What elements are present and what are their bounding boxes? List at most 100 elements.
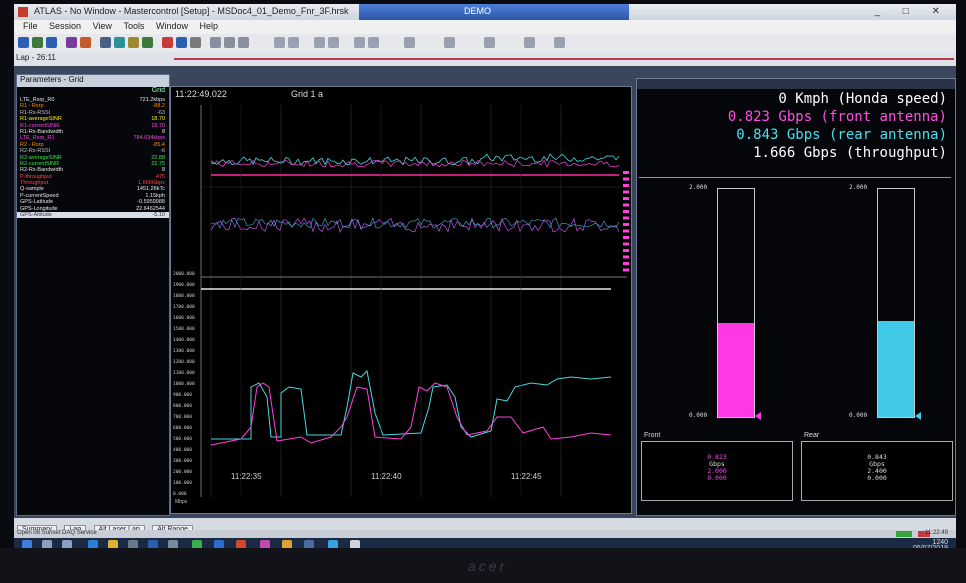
lower-y-tick-label: 100.000 [173,480,192,486]
tool-m-icon[interactable] [524,37,535,48]
front-stat-title: Front [644,432,661,439]
front-stat-box: Front 0.823 Gbps 2.000 0.000 [641,432,793,501]
lower-y-tick-label: 1100.000 [173,370,195,376]
status-time: 11:22:49 [925,530,948,536]
right-axis-tick [623,210,629,213]
front-bar-top-label: 2.000 [689,184,708,191]
menu-file[interactable]: File [23,21,38,31]
readout-rear-antenna: 0.843 Gbps (rear antenna) [736,127,947,143]
rear-bar-top-label: 2.000 [849,184,868,191]
play-icon[interactable] [80,37,91,48]
right-axis-tick [623,242,629,246]
right-axis-tick [623,184,629,187]
app-icon [18,7,28,17]
tool-e-icon[interactable] [288,37,299,48]
screen: ATLAS - No Window - Mastercontrol [Setup… [14,4,956,552]
lower-y-tick-label: 400.000 [173,447,192,453]
rear-bar-frame [877,188,915,418]
lower-y-tick-label: 500.000 [173,436,192,442]
front-bar-frame [717,188,755,418]
status-bar: Open 08 Sunset DAQ Service 11:22:49 [14,530,956,538]
monitor-frame: ATLAS - No Window - Mastercontrol [Setup… [0,0,966,583]
parameters-panel: Parameters - Grid Grid LTE_Rsrp_R0 721.2k… [16,74,170,516]
tool-l-icon[interactable] [484,37,495,48]
rear-throughput-trace [211,369,612,440]
tool-f-icon[interactable] [314,37,325,48]
tool-d-icon[interactable] [274,37,285,48]
parameter-value: -5.10 [152,212,165,219]
antenna-bars: 2.000 0.000 2.000 0.000 [639,177,951,438]
lower-y-tick-label: 2000.000 [173,271,195,277]
menu-tools[interactable]: Tools [123,21,144,31]
lower-y-tick-label: 600.000 [173,425,192,431]
right-axis-tick [623,216,629,220]
new-icon[interactable] [18,37,29,48]
lower-y-tick-label: 1200.000 [173,359,195,365]
title-bar: ATLAS - No Window - Mastercontrol [Setup… [14,4,956,20]
center-title-tab[interactable]: DEMO [359,4,629,20]
front-rate-trace [210,159,620,168]
open-icon[interactable] [32,37,43,48]
stop-icon[interactable] [162,37,173,48]
menu-bar: File Session View Tools Window Help [14,20,956,34]
zoom-icon[interactable] [176,37,187,48]
right-axis-tick [623,223,629,226]
rear-stat-line4: 0.000 [867,474,887,482]
right-axis-tick [623,255,629,259]
parameter-row[interactable]: GPS-Altitude -5.10 [17,212,169,219]
tool-n-icon[interactable] [554,37,565,48]
graph-unit-label: Mbps [175,499,188,505]
status-ok-badge [896,531,912,537]
tool-a-icon[interactable] [210,37,221,48]
save-icon[interactable] [46,37,57,48]
right-axis-tick [623,236,629,239]
time-tick-label: 11:22:35 [231,472,262,481]
lap-selector[interactable]: Lap - 26:11 [16,53,56,62]
right-axis-tick [623,190,629,194]
lower-y-tick-label: 1800.000 [173,293,195,299]
graph-canvas: 2000.000 1900.000 1800.000 1700.000 1600.000… [173,105,629,497]
parameter-name: GPS-Altitude [20,212,52,219]
time-series-graph[interactable]: 11:22:49.022 Grid 1 a 2000.000 1900.000 … [170,86,632,514]
lower-y-tick-label: 0.000 [173,491,187,497]
tool-b-icon[interactable] [224,37,235,48]
grid-icon[interactable] [100,37,111,48]
rear-bar-bottom-label: 0.000 [849,412,868,419]
tool-c-icon[interactable] [238,37,249,48]
record-icon[interactable] [66,37,77,48]
display-panel-header[interactable] [637,79,955,89]
window-controls[interactable]: _ □ ✕ [874,6,950,17]
timeline-bar[interactable] [174,58,954,60]
map-icon[interactable] [142,37,153,48]
rear-bar-fill [878,320,914,417]
toolbar [14,34,956,52]
parameters-header[interactable]: Parameters - Grid [17,75,169,87]
menu-window[interactable]: Window [156,21,188,31]
time-tick-label: 11:22:40 [371,472,402,481]
front-stat-line4: 0.000 [707,474,727,482]
tool-k-icon[interactable] [444,37,455,48]
table-icon[interactable] [128,37,139,48]
chart-icon[interactable] [114,37,125,48]
rear-stat-values: 0.843 Gbps 2.400 0.000 [802,454,952,482]
center-tab-label: DEMO [464,6,491,16]
tool-h-icon[interactable] [354,37,365,48]
right-axis-tick [623,203,629,207]
bottom-tabs: Summary Lap Alt Laser Lap Alt Range [14,518,956,534]
rear-stat-box: Rear 0.843 Gbps 2.400 0.000 [801,432,953,501]
right-axis-tick [623,177,629,181]
cursor-icon[interactable] [190,37,201,48]
right-axis-tick [623,171,629,174]
front-bar-bottom-label: 0.000 [689,412,708,419]
tool-j-icon[interactable] [404,37,415,48]
menu-view[interactable]: View [93,21,112,31]
speed-display-panel: 0 Kmph (Honda speed) 0.823 Gbps (front a… [636,78,956,516]
time-tick-label: 11:22:45 [511,472,542,481]
rear-stat-title: Rear [804,432,820,439]
tool-i-icon[interactable] [368,37,379,48]
tool-g-icon[interactable] [328,37,339,48]
menu-session[interactable]: Session [49,21,81,31]
menu-help[interactable]: Help [200,21,219,31]
right-axis-tick [623,229,629,233]
lower-y-tick-label: 700.000 [173,414,192,420]
